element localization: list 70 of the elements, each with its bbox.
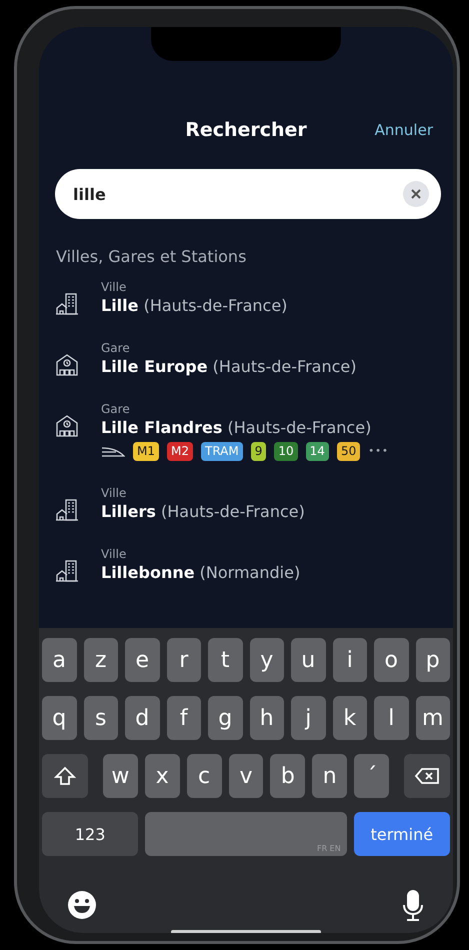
result-item[interactable]: Ville Lillebonne (Normandie): [39, 535, 453, 596]
shift-arrow-icon: [54, 766, 76, 786]
line-badge: TRAM: [201, 442, 243, 461]
letter-key[interactable]: i: [332, 638, 367, 682]
letter-key[interactable]: j: [291, 696, 326, 740]
station-building-icon: [55, 353, 79, 377]
section-title: Villes, Gares et Stations: [56, 247, 248, 266]
city-buildings-icon: [55, 559, 79, 583]
result-name: Lille Flandres (Hauts-de-France): [101, 418, 372, 437]
line-badge: 9: [250, 442, 266, 461]
letter-key[interactable]: u: [291, 638, 326, 682]
result-item[interactable]: Gare Lille Flandres (Hauts-de-France) M1 M2 TRAM 9 10 14 50 •••: [39, 390, 453, 474]
letter-key[interactable]: o: [374, 638, 408, 682]
result-item[interactable]: Gare Lille Europe (Hauts-de-France): [39, 329, 453, 390]
letter-key[interactable]: l: [374, 696, 408, 740]
close-icon: [410, 188, 422, 200]
letter-key[interactable]: r: [166, 638, 201, 682]
result-name: Lille Europe (Hauts-de-France): [101, 357, 356, 376]
line-badge: 50: [336, 442, 360, 461]
letter-key[interactable]: t: [208, 638, 242, 682]
result-type: Ville: [101, 486, 128, 500]
letter-key[interactable]: s: [84, 696, 118, 740]
letter-key[interactable]: e: [125, 638, 160, 682]
result-type: Gare: [101, 341, 131, 355]
line-badge: 10: [274, 442, 298, 461]
city-buildings-icon: [55, 292, 79, 316]
city-buildings-icon: [55, 498, 79, 522]
letter-key[interactable]: k: [332, 696, 367, 740]
letter-key[interactable]: b: [270, 754, 306, 798]
more-lines[interactable]: •••: [368, 446, 389, 457]
letter-key[interactable]: a: [42, 638, 76, 682]
letter-key[interactable]: ´: [354, 754, 390, 798]
line-badge: 14: [306, 442, 329, 461]
letter-key[interactable]: x: [144, 754, 180, 798]
letter-key[interactable]: g: [208, 696, 242, 740]
done-key[interactable]: terminé: [354, 812, 450, 856]
screen-title: Rechercher: [185, 119, 307, 141]
result-name: Lillebonne (Normandie): [101, 563, 300, 582]
letter-key[interactable]: q: [42, 696, 76, 740]
emoji-icon[interactable]: [67, 890, 97, 920]
line-badge: M1: [133, 442, 159, 461]
station-building-icon: [55, 414, 79, 438]
letter-key[interactable]: n: [312, 754, 348, 798]
result-name: Lille (Hauts-de-France): [101, 296, 288, 315]
backspace-key[interactable]: [404, 754, 450, 798]
search-field[interactable]: lille: [55, 169, 441, 219]
letter-key[interactable]: v: [228, 754, 264, 798]
shift-key[interactable]: [42, 754, 88, 798]
result-type: Ville: [101, 280, 128, 294]
letter-key[interactable]: y: [250, 638, 284, 682]
letter-key[interactable]: d: [125, 696, 160, 740]
language-label: FR EN: [316, 844, 341, 853]
letter-key[interactable]: h: [250, 696, 284, 740]
numbers-key[interactable]: 123: [42, 812, 138, 856]
line-badge: M2: [167, 442, 193, 461]
microphone-icon[interactable]: [401, 890, 425, 922]
letter-key[interactable]: w: [102, 754, 138, 798]
letter-key[interactable]: p: [416, 638, 450, 682]
letter-key[interactable]: m: [416, 696, 450, 740]
letter-key[interactable]: f: [166, 696, 201, 740]
result-item[interactable]: Ville Lillers (Hauts-de-France): [39, 474, 453, 535]
train-icon: [101, 444, 125, 458]
result-type: Ville: [101, 547, 128, 561]
result-name: Lillers (Hauts-de-France): [101, 502, 305, 521]
cancel-button[interactable]: Annuler: [374, 121, 433, 139]
result-type: Gare: [101, 402, 131, 416]
letter-key[interactable]: c: [186, 754, 222, 798]
letter-key[interactable]: z: [84, 638, 118, 682]
result-item[interactable]: Ville Lille (Hauts-de-France): [39, 268, 453, 329]
backspace-icon: [414, 767, 440, 785]
